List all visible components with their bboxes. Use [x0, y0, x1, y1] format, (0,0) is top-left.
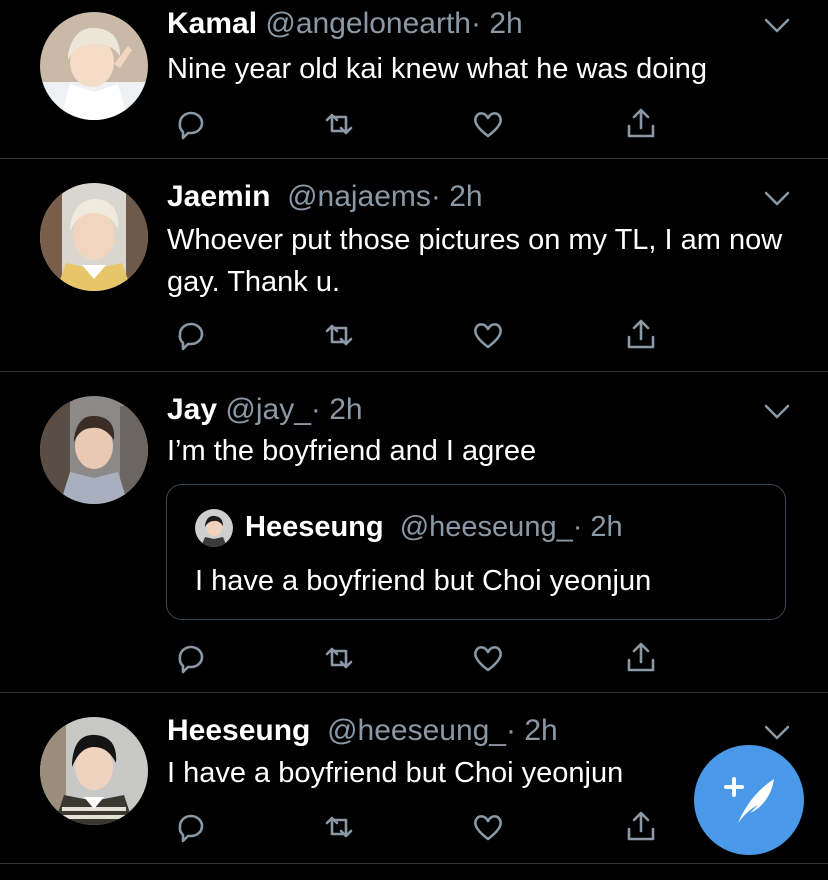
author-handle[interactable]: @jay_: [225, 393, 311, 426]
reply-icon[interactable]: [172, 317, 208, 353]
tweet-time: · 2h: [310, 393, 363, 426]
share-icon[interactable]: [623, 809, 659, 845]
retweet-icon[interactable]: [321, 640, 357, 676]
like-icon[interactable]: [470, 640, 506, 676]
compose-tweet-icon: [724, 777, 774, 823]
avatar[interactable]: [40, 12, 148, 120]
quoted-author-handle: @heeseung_: [399, 511, 573, 543]
retweet-icon[interactable]: [321, 809, 357, 845]
author-name[interactable]: Heeseung: [167, 714, 310, 747]
quoted-tweet-time: · 2h: [572, 511, 623, 543]
tweet-kamal[interactable]: Kamal @angelonearth· 2h Nine year old ka…: [0, 0, 828, 158]
tweet-time: · 2h: [430, 180, 483, 213]
author-handle[interactable]: @heeseung_: [327, 714, 506, 747]
retweet-icon[interactable]: [321, 106, 357, 142]
share-icon[interactable]: [623, 640, 659, 676]
tweet-jay[interactable]: Jay @jay_· 2h I’m the boyfriend and I ag…: [0, 372, 828, 692]
avatar[interactable]: [40, 396, 148, 504]
tweet-text: I’m the boyfriend and I agree: [167, 435, 537, 467]
avatar[interactable]: [40, 183, 148, 291]
quoted-tweet-text: I have a boyfriend but Choi yeonjun: [195, 565, 652, 597]
share-icon[interactable]: [623, 317, 659, 353]
tweet-jaemin[interactable]: Jaemin @najaems· 2h Whoever put those pi…: [0, 159, 828, 371]
chevron-down-icon[interactable]: [764, 191, 790, 207]
author-handle[interactable]: @najaems: [287, 180, 431, 213]
reply-icon[interactable]: [172, 809, 208, 845]
quoted-author-name: Heeseung: [245, 511, 384, 543]
avatar[interactable]: [40, 717, 148, 825]
like-icon[interactable]: [470, 317, 506, 353]
author-name[interactable]: Kamal: [167, 7, 257, 40]
chevron-down-icon[interactable]: [764, 725, 790, 741]
author-name[interactable]: Jay: [167, 393, 217, 426]
tweet-divider: [0, 863, 828, 864]
chevron-down-icon[interactable]: [764, 404, 790, 420]
compose-tweet-button[interactable]: [694, 745, 804, 855]
chevron-down-icon[interactable]: [764, 18, 790, 34]
reply-icon[interactable]: [172, 640, 208, 676]
author-handle[interactable]: @angelonearth: [265, 7, 471, 40]
like-icon[interactable]: [470, 809, 506, 845]
reply-icon[interactable]: [172, 106, 208, 142]
tweet-text: Nine year old kai knew what he was doing: [167, 53, 708, 85]
avatar: [195, 509, 233, 547]
author-name[interactable]: Jaemin: [167, 180, 270, 213]
retweet-icon[interactable]: [321, 317, 357, 353]
like-icon[interactable]: [470, 106, 506, 142]
tweet-time: · 2h: [506, 714, 558, 747]
share-icon[interactable]: [623, 106, 659, 142]
tweet-time: · 2h: [471, 7, 523, 40]
quoted-tweet[interactable]: Heeseung @heeseung_· 2h I have a boyfrie…: [166, 484, 786, 620]
tweet-text: Whoever put those pictures on my TL, I a…: [167, 224, 783, 298]
